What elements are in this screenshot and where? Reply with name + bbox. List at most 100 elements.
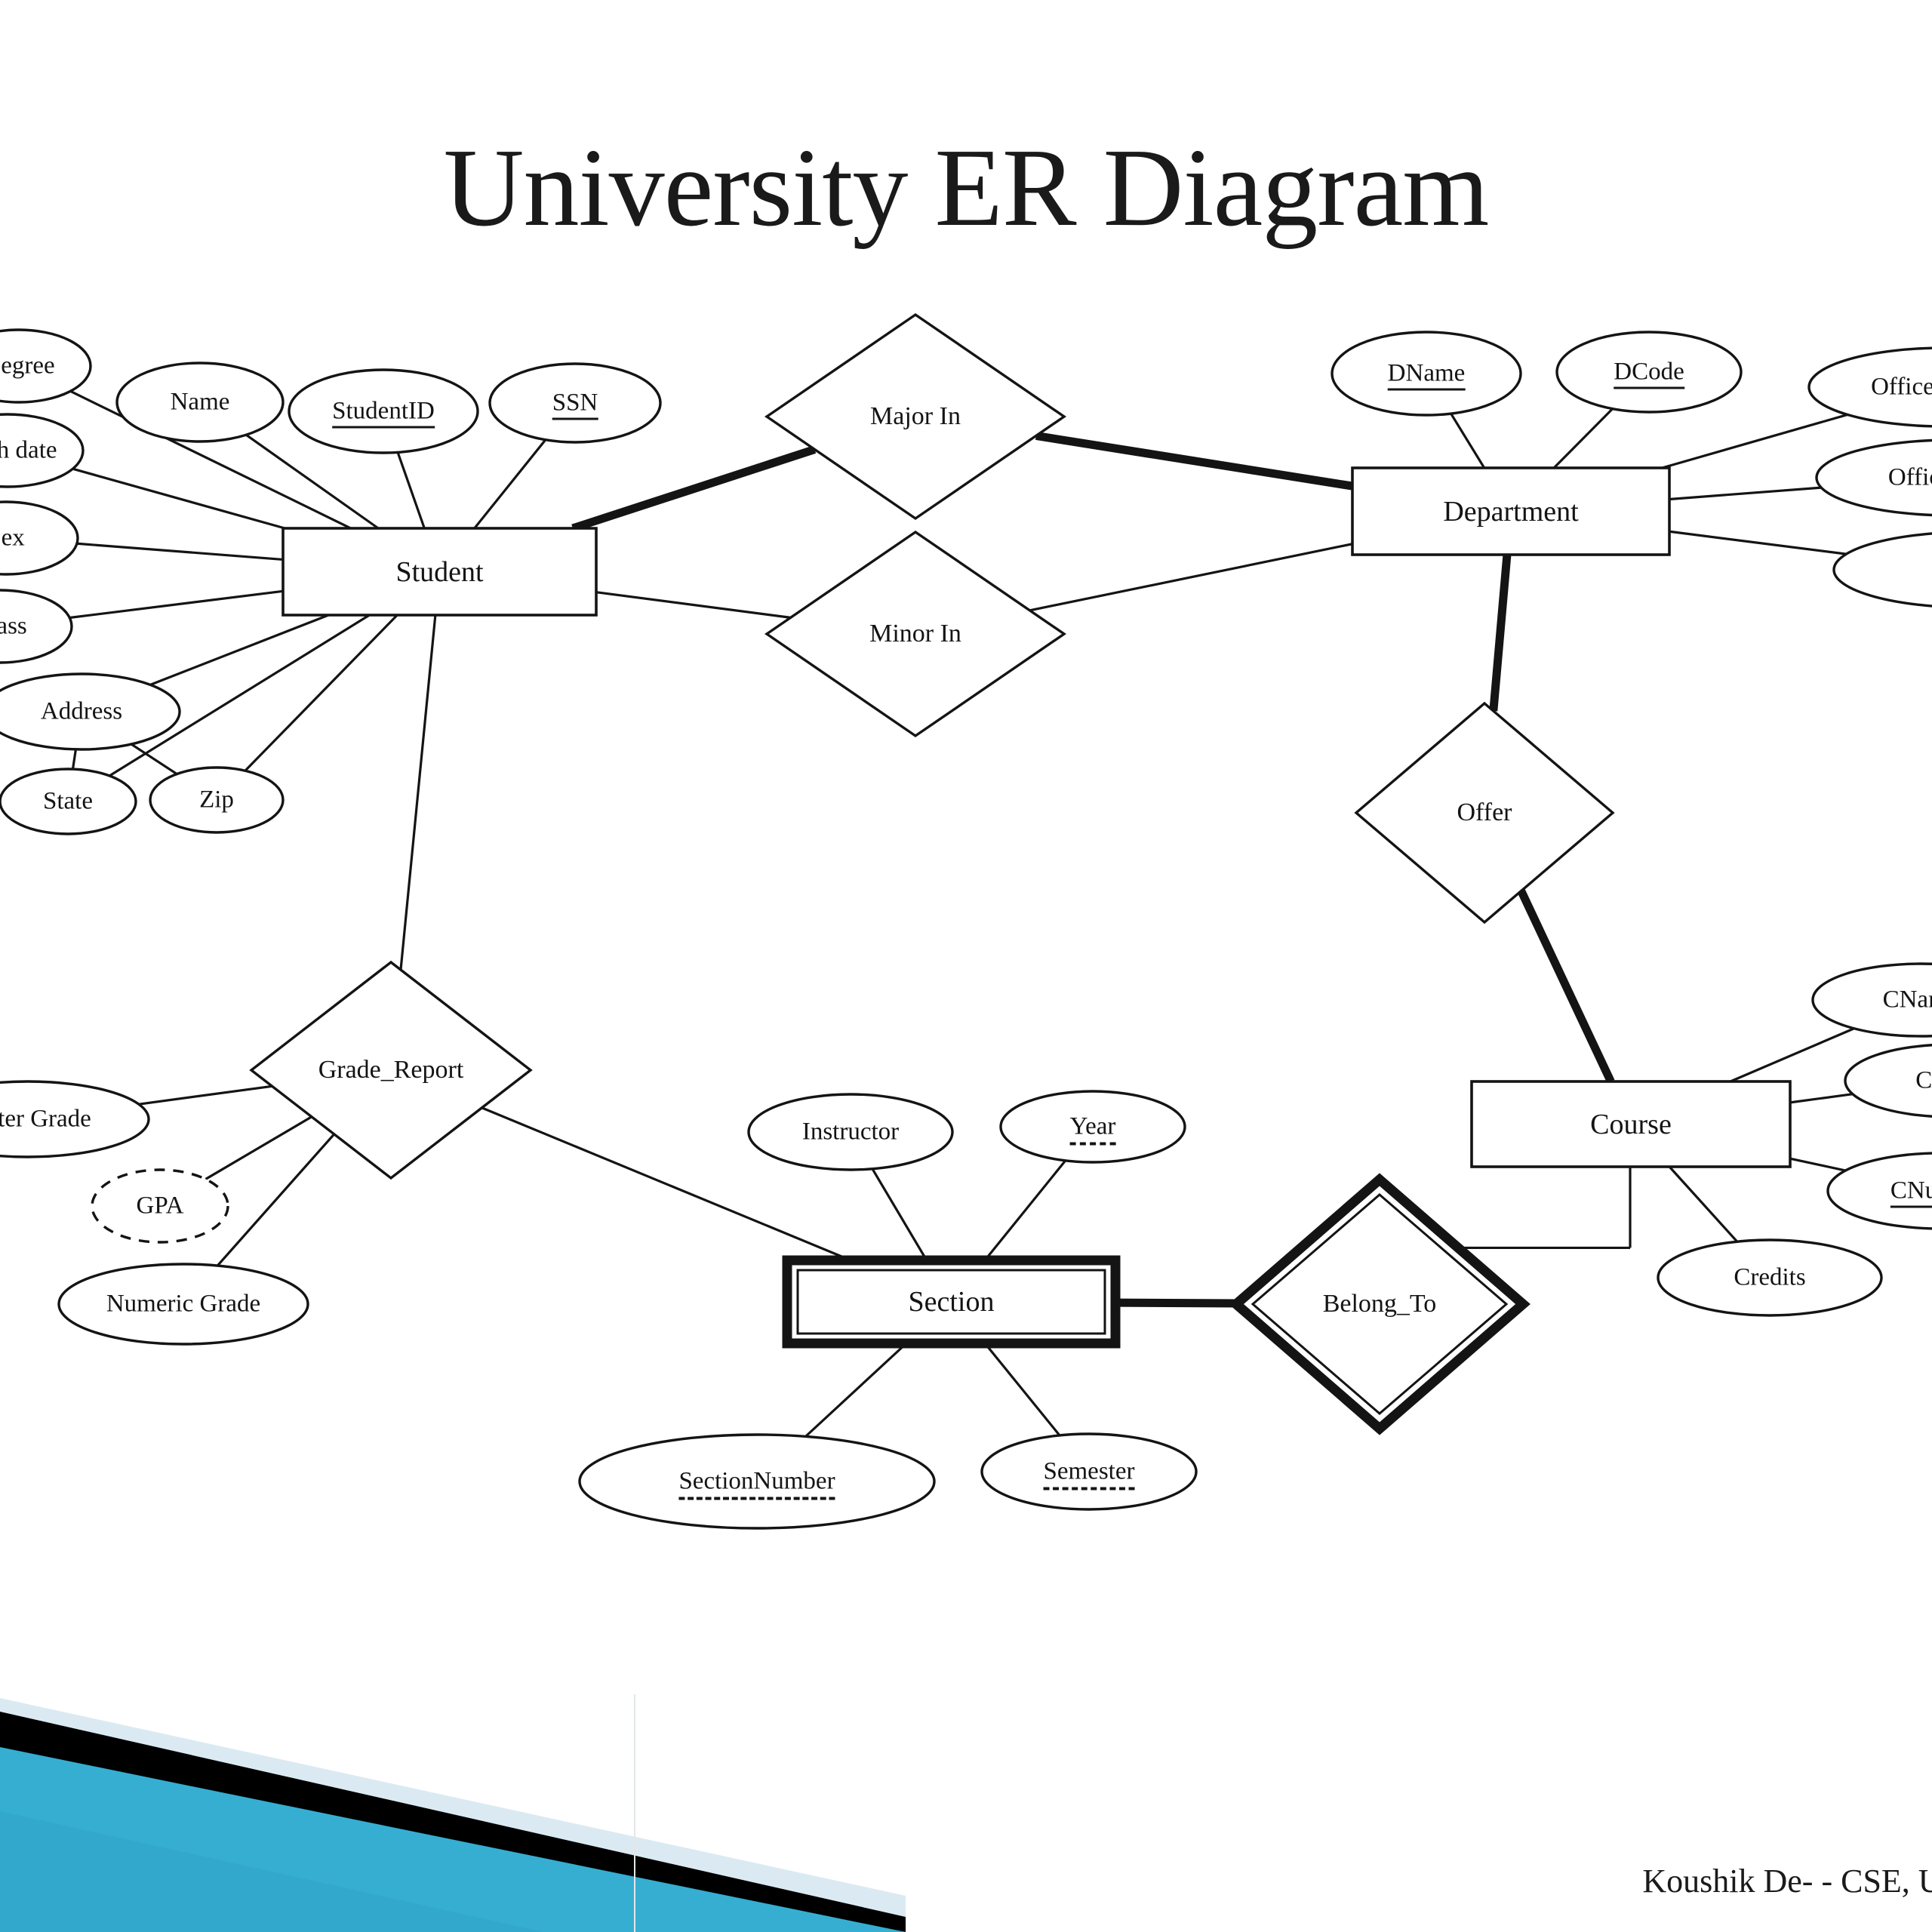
identifying-relationship-inner: [1251, 1193, 1509, 1415]
attribute-node: [1331, 331, 1522, 417]
attribute-node: [1807, 346, 1932, 428]
attribute-node: [1811, 962, 1932, 1038]
attribute-ellipse: [578, 1433, 936, 1530]
attribute-ellipse: [1331, 331, 1522, 417]
attribute-node: [578, 1433, 936, 1530]
attribute-connector: [72, 467, 285, 530]
attribute-ellipse: [0, 768, 137, 835]
attribute-node: [0, 672, 181, 751]
attribute-node: [1815, 438, 1932, 517]
attribute-ellipse: [1811, 962, 1932, 1038]
attribute-node: [288, 368, 479, 454]
attribute-connector: [473, 438, 547, 530]
attribute-node: [91, 1168, 229, 1244]
relationship-connector: [595, 591, 791, 619]
entity-box: [1351, 466, 1671, 556]
attribute-ellipse: [1807, 346, 1932, 428]
attribute-ellipse: [0, 500, 79, 576]
attribute-connector: [1450, 413, 1486, 469]
slide-canvas: University ER Diagram DegreeBirth dateNa…: [0, 0, 1932, 1932]
entity-node: [1470, 1080, 1792, 1168]
attribute-connector: [1552, 408, 1614, 469]
relationship-connector: [1489, 554, 1512, 712]
attribute-ellipse: [1844, 1044, 1932, 1118]
attribute-ellipse: [149, 766, 285, 834]
attribute-ellipse: [1657, 1238, 1883, 1317]
attribute-node: [57, 1263, 309, 1346]
attribute-ellipse: [0, 672, 181, 751]
attribute-ellipse: [747, 1093, 954, 1171]
attribute-connector: [1661, 413, 1848, 469]
attribute-ellipse: [57, 1263, 309, 1346]
attribute-connector: [1789, 1093, 1854, 1104]
relationship-connector: [1029, 543, 1353, 612]
attribute-connector: [983, 1342, 1061, 1436]
attribute-ellipse: [1555, 331, 1743, 414]
attribute-connector: [1668, 1165, 1738, 1243]
attribute-node: [115, 361, 285, 443]
relationship-connector: [1517, 889, 1615, 1084]
attribute-node: [1832, 532, 1932, 608]
attribute-connector: [149, 614, 330, 686]
entity-box: [281, 527, 598, 617]
er-diagram-svg: [0, 312, 1932, 1530]
weak-entity-inner-box: [796, 1269, 1106, 1335]
relationship-diamond: [1354, 701, 1615, 924]
attribute-ellipse: [1815, 438, 1932, 517]
attribute-ellipse: [0, 413, 85, 488]
attribute-connector: [1669, 530, 1847, 555]
composite-attribute-connector: [71, 749, 78, 770]
attribute-ellipse: [1826, 1152, 1932, 1230]
attribute-node: [1826, 1152, 1932, 1230]
attribute-connector: [804, 1342, 908, 1438]
attribute-ellipse: [1832, 532, 1932, 608]
slide-footer: Koushik De- - CSE, UIU: [1642, 1863, 1932, 1900]
attribute-node: [0, 589, 73, 664]
entity-node: [281, 527, 598, 617]
attribute-ellipse: [488, 362, 662, 444]
relationship-node: [249, 960, 533, 1180]
attribute-connector: [76, 542, 284, 561]
attribute-ellipse: [0, 328, 92, 404]
relationship-node: [764, 530, 1067, 738]
attribute-ellipse: [0, 589, 73, 664]
attribute-connector: [217, 1133, 335, 1267]
attribute-connector: [1669, 486, 1822, 501]
relationship-node: [1229, 1173, 1531, 1435]
relationship-node: [1354, 701, 1615, 924]
attribute-node: [1844, 1044, 1932, 1118]
attribute-connector: [1730, 1027, 1855, 1083]
attribute-connector: [1789, 1157, 1846, 1172]
attribute-node: [0, 413, 85, 488]
attribute-connector: [396, 451, 426, 529]
attribute-node: [999, 1090, 1186, 1164]
attribute-node: [0, 1080, 150, 1158]
attribute-connector: [983, 1159, 1066, 1262]
derived-attribute-ellipse: [91, 1168, 229, 1244]
relationship-connector: [571, 445, 817, 533]
attribute-connector: [871, 1168, 928, 1261]
relationship-diamond: [249, 960, 533, 1180]
attribute-ellipse: [115, 361, 285, 443]
attribute-ellipse: [0, 1080, 150, 1158]
relationship-diamond: [764, 312, 1067, 521]
attribute-connector: [205, 1115, 312, 1180]
attribute-node: [0, 768, 137, 835]
relationship-connector: [399, 614, 437, 971]
attribute-node: [488, 362, 662, 444]
attribute-ellipse: [999, 1090, 1186, 1164]
attribute-ellipse: [980, 1432, 1198, 1511]
attribute-connector: [138, 1084, 272, 1106]
attribute-node: [149, 766, 285, 834]
attribute-node: [0, 328, 92, 404]
attribute-ellipse: [288, 368, 479, 454]
slide-divider-line: [634, 1694, 635, 1932]
relationship-diamond: [764, 530, 1067, 738]
entity-node: [1351, 466, 1671, 556]
attribute-node: [980, 1432, 1198, 1511]
attribute-node: [1657, 1238, 1883, 1317]
attribute-connector: [69, 589, 284, 620]
attribute-node: [747, 1093, 954, 1171]
attribute-node: [0, 500, 79, 576]
entity-box: [1470, 1080, 1792, 1168]
